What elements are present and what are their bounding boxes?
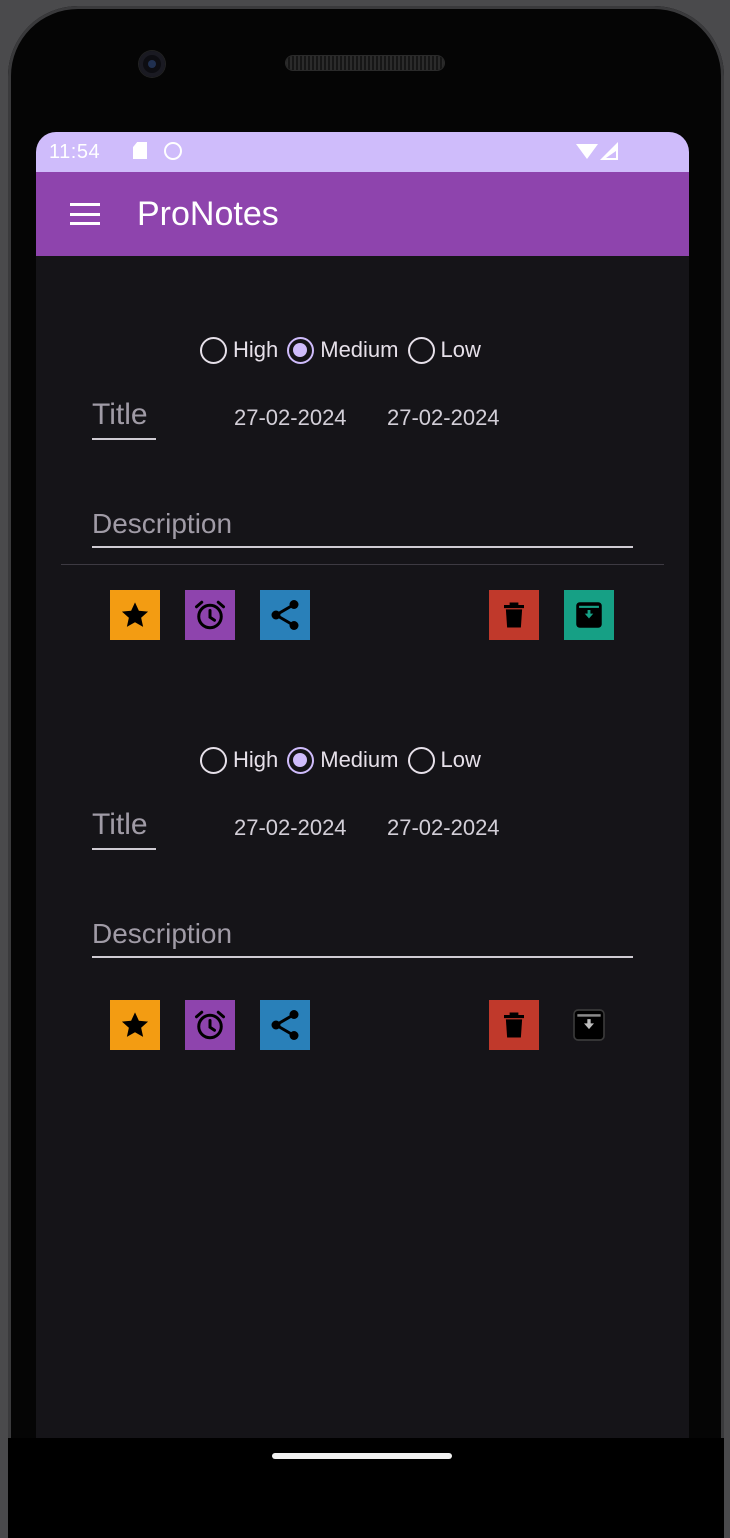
priority-low-label: Low: [440, 747, 481, 772]
priority-low-option[interactable]: Low: [407, 746, 481, 774]
archive-icon: [576, 602, 602, 628]
share-icon: [271, 600, 299, 630]
priority-medium-label: Medium: [320, 747, 399, 772]
priority-high-option[interactable]: High: [200, 746, 279, 774]
app-title: ProNotes: [137, 195, 279, 233]
star-icon: [121, 1012, 149, 1037]
trash-icon: [504, 1012, 524, 1038]
note-divider: [61, 564, 664, 565]
priority-medium-label: Medium: [320, 337, 399, 362]
app-bar: ProNotes: [36, 172, 689, 256]
status-time: 11:54: [49, 141, 101, 163]
created-date: 27-02-2024: [234, 815, 347, 840]
share-button[interactable]: [260, 1000, 310, 1050]
home-gesture-handle[interactable]: [272, 1453, 452, 1459]
note-card: High Medium Low Title 27-02-2024 27-02-2…: [36, 332, 689, 702]
screen: 11:54 ProNotes High Medium Low Title 27-…: [36, 132, 689, 1438]
title-input[interactable]: Title: [92, 808, 156, 850]
circle-notification-icon: [164, 142, 182, 160]
delete-button[interactable]: [489, 1000, 539, 1050]
priority-medium-option[interactable]: Medium: [287, 746, 399, 774]
radio-button-checked[interactable]: [287, 336, 315, 364]
title-input[interactable]: Title: [92, 398, 156, 440]
trash-icon: [504, 602, 524, 628]
priority-radio-group: High Medium Low: [200, 742, 490, 778]
sd-card-icon: [133, 142, 147, 159]
phone-frame: 11:54 ProNotes High Medium Low Title 27-…: [8, 6, 724, 1538]
created-date: 27-02-2024: [234, 405, 347, 430]
modified-date: 27-02-2024: [387, 405, 500, 430]
note-card: High Medium Low Title 27-02-2024 27-02-2…: [36, 742, 689, 1112]
radio-button-unchecked[interactable]: [407, 746, 435, 774]
hamburger-menu-icon[interactable]: [70, 203, 100, 225]
earpiece-speaker: [286, 56, 444, 70]
favorite-button[interactable]: [110, 590, 160, 640]
alarm-clock-icon: [195, 1010, 225, 1040]
priority-low-option[interactable]: Low: [407, 336, 481, 364]
priority-low-label: Low: [440, 337, 481, 362]
priority-high-option[interactable]: High: [200, 336, 279, 364]
share-icon: [271, 1010, 299, 1040]
archive-button[interactable]: [564, 590, 614, 640]
description-input[interactable]: Description: [92, 508, 633, 548]
radio-button-unchecked[interactable]: [200, 746, 227, 774]
description-input[interactable]: Description: [92, 918, 633, 958]
radio-button-unchecked[interactable]: [200, 336, 227, 364]
reminder-button[interactable]: [185, 1000, 235, 1050]
alarm-clock-icon: [195, 600, 225, 630]
delete-button[interactable]: [489, 590, 539, 640]
signal-icon: [600, 142, 618, 160]
share-button[interactable]: [260, 590, 310, 640]
priority-radio-group: High Medium Low: [200, 332, 490, 368]
priority-high-label: High: [233, 337, 279, 362]
modified-date: 27-02-2024: [387, 815, 500, 840]
radio-button-checked[interactable]: [287, 746, 315, 774]
status-bar: 11:54: [36, 132, 689, 172]
favorite-button[interactable]: [110, 1000, 160, 1050]
wifi-icon: [576, 144, 598, 159]
archive-icon: [573, 1009, 605, 1041]
priority-medium-option[interactable]: Medium: [287, 336, 399, 364]
reminder-button[interactable]: [185, 590, 235, 640]
archive-button[interactable]: [564, 1000, 614, 1050]
star-icon: [121, 602, 149, 627]
priority-high-label: High: [233, 747, 279, 772]
front-camera: [139, 51, 165, 77]
radio-button-unchecked[interactable]: [407, 336, 435, 364]
